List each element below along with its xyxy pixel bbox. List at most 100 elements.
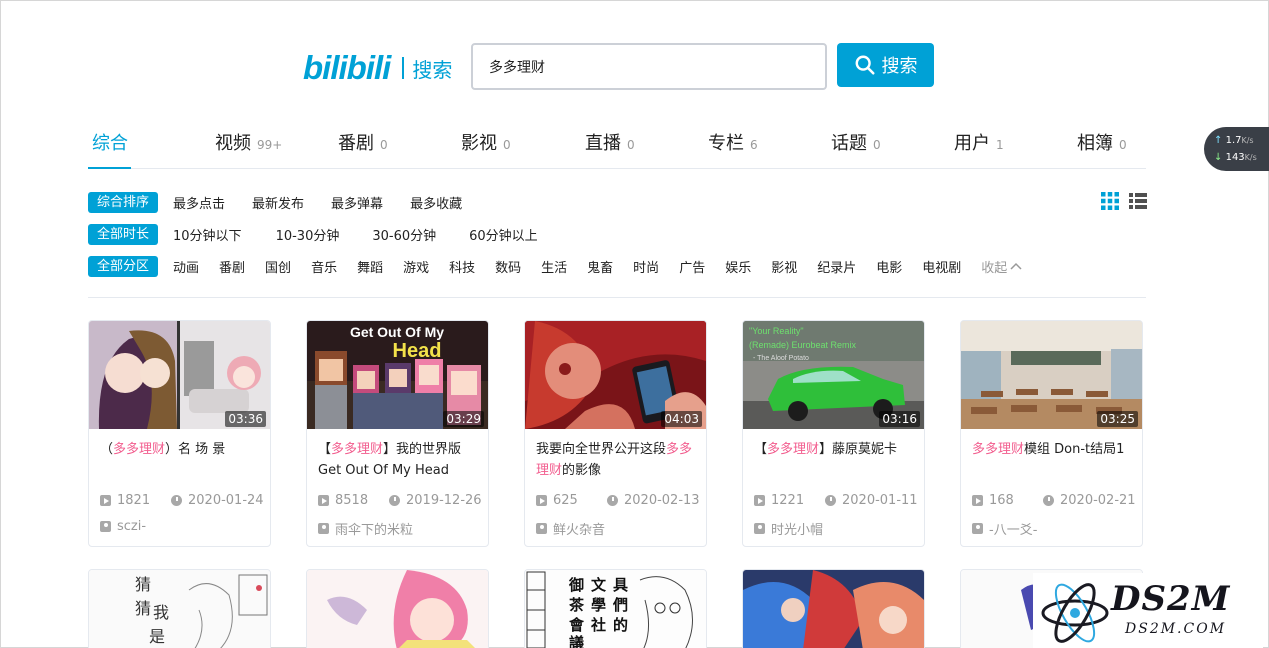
tab-album[interactable]: 相簿 0: [1077, 129, 1127, 155]
zone-option[interactable]: 广告: [679, 257, 705, 276]
video-card[interactable]: 03:36 （多多理财）名 场 景 1821 2020-01-24 sczi-: [88, 320, 271, 547]
zone-option[interactable]: 娱乐: [725, 257, 751, 276]
filter-divider: [88, 297, 1146, 298]
title-highlight: 多多理财: [972, 442, 1025, 457]
zone-option[interactable]: 生活: [541, 257, 567, 276]
video-card[interactable]: [306, 569, 489, 648]
video-date: 2020-01-24: [171, 493, 264, 508]
zone-option[interactable]: 纪录片: [817, 257, 856, 276]
video-thumbnail[interactable]: [743, 570, 924, 648]
upload-date: 2020-02-21: [1060, 493, 1136, 508]
thumb-text-line3: - The Aloof Potato: [753, 355, 809, 362]
video-title[interactable]: 【多多理财】我的世界版Get Out Of My Head: [318, 439, 478, 483]
duration-option[interactable]: 60分钟以上: [469, 225, 538, 244]
tab-label: 相簿: [1077, 133, 1113, 154]
zone-option[interactable]: 番剧: [219, 257, 245, 276]
tab-bangumi[interactable]: 番剧 0: [338, 129, 388, 155]
video-card[interactable]: 猜 猜 我 是: [88, 569, 271, 648]
zone-option[interactable]: 电影: [876, 257, 902, 276]
video-author[interactable]: 雨伞下的米粒: [318, 519, 413, 538]
video-card[interactable]: Get Out Of My Head 03:29 【多多理财】我的世界版Get …: [306, 320, 489, 547]
tab-film[interactable]: 影视 0: [461, 129, 511, 155]
video-thumbnail[interactable]: Get Out Of My Head 03:29: [307, 321, 488, 429]
title-text: 【: [754, 442, 768, 457]
video-plays: 1821: [100, 493, 150, 508]
zone-option[interactable]: 游戏: [403, 257, 429, 276]
video-thumbnail[interactable]: 03:25: [961, 321, 1142, 429]
order-option[interactable]: 最多收藏: [410, 193, 462, 212]
tab-live[interactable]: 直播 0: [585, 129, 635, 155]
duration-option[interactable]: 10-30分钟: [276, 225, 340, 244]
duration-option[interactable]: 30-60分钟: [372, 225, 436, 244]
tab-topic[interactable]: 话题 0: [831, 129, 881, 155]
thumb-text-line1: "Your Reality": [749, 326, 804, 336]
video-title[interactable]: 【多多理财】藤原莫妮卡: [754, 439, 914, 483]
play-count-icon: [754, 495, 765, 506]
grid-view-icon[interactable]: [1101, 192, 1119, 210]
zone-option[interactable]: 鬼畜: [587, 257, 613, 276]
video-author[interactable]: sczi-: [100, 519, 146, 534]
order-option[interactable]: 最新发布: [252, 193, 304, 212]
video-author[interactable]: 鲜火杂音: [536, 519, 605, 538]
zone-option[interactable]: 影视: [771, 257, 797, 276]
video-card[interactable]: 04:03 我要向全世界公开这段多多理财的影像 625 2020-02-13 鲜…: [524, 320, 707, 547]
tab-label: 番剧: [338, 133, 374, 154]
tab-user[interactable]: 用户 1: [954, 129, 1004, 155]
video-title[interactable]: 我要向全世界公开这段多多理财的影像: [536, 439, 696, 483]
video-card[interactable]: "Your Reality" (Remade) Eurobeat Remix -…: [742, 320, 925, 547]
duration-active[interactable]: 全部时长: [88, 223, 159, 245]
search-icon: [855, 55, 875, 75]
video-author[interactable]: -八一爻-: [972, 519, 1037, 538]
bilibili-logo[interactable]: bilibili 搜索: [303, 51, 452, 85]
thumb-manga-char: 們: [612, 596, 628, 614]
video-thumbnail[interactable]: "Your Reality" (Remade) Eurobeat Remix -…: [743, 321, 924, 429]
order-option[interactable]: 最多弹幕: [331, 193, 383, 212]
list-view-icon[interactable]: [1129, 192, 1147, 210]
video-date: 2020-02-13: [607, 493, 700, 508]
thumb-text-line2: Head: [393, 340, 442, 362]
search-input[interactable]: [471, 43, 827, 90]
zone-active[interactable]: 全部分区: [88, 255, 159, 277]
duration-option[interactable]: 10分钟以下: [173, 225, 242, 244]
collapse-button[interactable]: 收起: [981, 257, 1022, 276]
title-highlight: 多多理财: [331, 442, 384, 457]
upload-unit: K/s: [1241, 136, 1254, 145]
network-speed-widget[interactable]: ↑ 1.7K/s ↓ 143K/s: [1204, 127, 1269, 171]
zone-option[interactable]: 电视剧: [922, 257, 961, 276]
video-card[interactable]: 具 們 文 學 社 的 御 茶 會 議: [524, 569, 707, 648]
video-card[interactable]: [742, 569, 925, 648]
video-date: 2020-02-21: [1043, 493, 1136, 508]
thumb-text-line2: (Remade) Eurobeat Remix: [749, 340, 857, 350]
user-icon: [536, 523, 547, 534]
zone-option[interactable]: 舞蹈: [357, 257, 383, 276]
play-count: 168: [989, 493, 1014, 508]
zone-option[interactable]: 科技: [449, 257, 475, 276]
zone-option[interactable]: 数码: [495, 257, 521, 276]
search-button[interactable]: 搜索: [837, 43, 934, 87]
video-thumbnail[interactable]: 具 們 文 學 社 的 御 茶 會 議: [525, 570, 706, 648]
zone-option[interactable]: 时尚: [633, 257, 659, 276]
order-active[interactable]: 综合排序: [88, 191, 159, 213]
video-thumbnail[interactable]: 03:36: [89, 321, 270, 429]
video-author[interactable]: 时光小帽: [754, 519, 823, 538]
tab-label: 影视: [461, 133, 497, 154]
tab-all[interactable]: 综合: [92, 129, 128, 155]
zone-option[interactable]: 国创: [265, 257, 291, 276]
play-count: 1221: [771, 493, 805, 508]
video-title[interactable]: （多多理财）名 场 景: [100, 439, 260, 483]
video-thumbnail[interactable]: 04:03: [525, 321, 706, 429]
clock-icon: [607, 495, 618, 506]
order-option[interactable]: 最多点击: [173, 193, 225, 212]
video-card[interactable]: 03:25 多多理财模组 Don-t结局1 168 2020-02-21 -八一…: [960, 320, 1143, 547]
zone-option[interactable]: 动画: [173, 257, 199, 276]
video-thumbnail[interactable]: 猜 猜 我 是: [89, 570, 270, 648]
author-name: -八一爻-: [989, 523, 1038, 538]
chevron-up-icon: [1010, 262, 1022, 270]
tab-video[interactable]: 视频 99+: [215, 129, 282, 155]
tab-article[interactable]: 专栏 6: [708, 129, 758, 155]
video-title[interactable]: 多多理财模组 Don-t结局1: [972, 439, 1132, 483]
clock-icon: [1043, 495, 1054, 506]
upload-speed: 1.7: [1225, 135, 1242, 146]
video-thumbnail[interactable]: [307, 570, 488, 648]
zone-option[interactable]: 音乐: [311, 257, 337, 276]
